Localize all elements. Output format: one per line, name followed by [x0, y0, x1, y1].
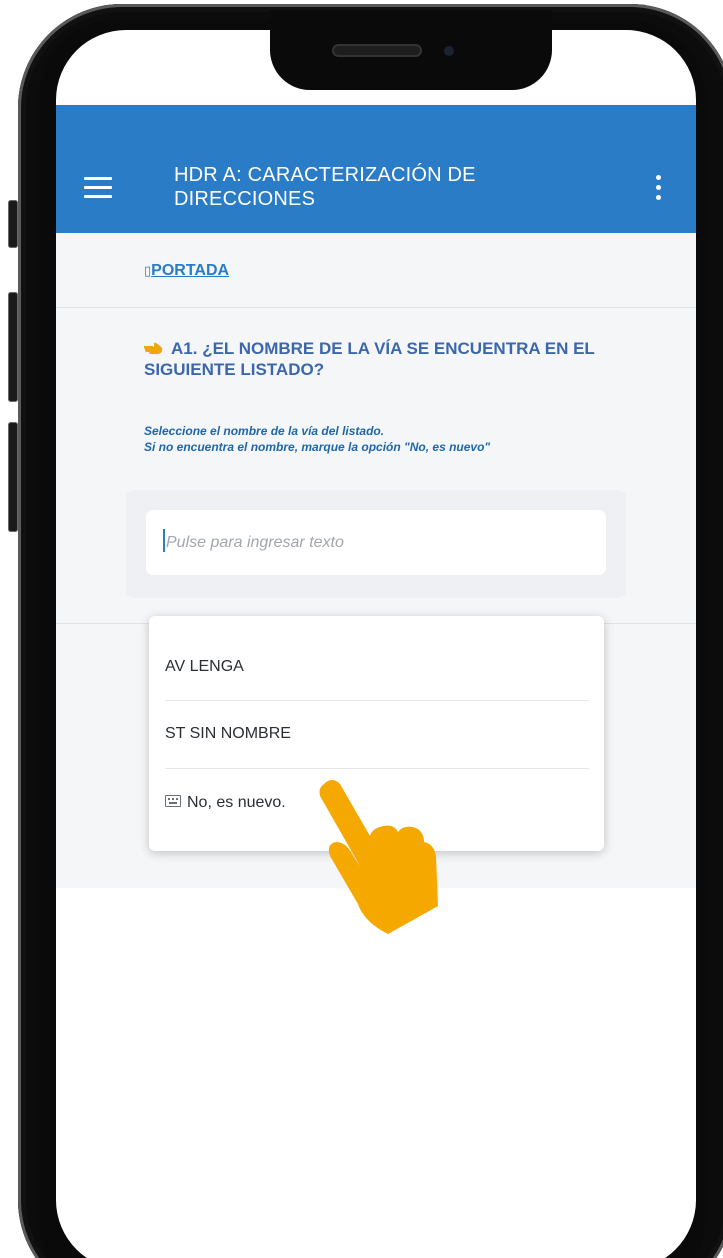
help-line-2: Si no encuentra el nombre, marque la opc…	[144, 440, 491, 454]
text-cursor	[163, 529, 165, 552]
breadcrumb-label: PORTADA	[151, 262, 230, 279]
pointing-hand-icon	[144, 338, 169, 358]
option-av-lenga[interactable]: AV LENGA	[165, 634, 589, 700]
option-label: No, es nuevo.	[187, 794, 286, 811]
app-header: HDR A: CARACTERIZACIÓN DE DIRECCIONES	[56, 105, 696, 233]
help-line-1: Seleccione el nombre de la vía del lista…	[144, 424, 385, 438]
option-label: ST SIN NOMBRE	[165, 725, 291, 742]
speaker-grille	[332, 44, 422, 57]
divider	[56, 307, 696, 308]
help-text: Seleccione el nombre de la vía del lista…	[144, 423, 664, 455]
stage: HDR A: CARACTERIZACIÓN DE DIRECCIONES ▯P…	[0, 0, 723, 1258]
front-camera	[444, 46, 454, 56]
question-title: A1. ¿EL NOMBRE DE LA VÍA SE ENCUENTRA EN…	[144, 338, 644, 380]
option-label: AV LENGA	[165, 658, 244, 675]
breadcrumb-portada[interactable]: ▯PORTADA	[144, 262, 229, 280]
question-text: A1. ¿EL NOMBRE DE LA VÍA SE ENCUENTRA EN…	[144, 339, 595, 379]
volume-down-button	[8, 422, 18, 532]
phone-screen: HDR A: CARACTERIZACIÓN DE DIRECCIONES ▯P…	[56, 30, 696, 1258]
option-divider	[165, 768, 589, 769]
volume-up-button	[8, 292, 18, 402]
hamburger-menu-icon[interactable]	[84, 177, 112, 199]
app-title: HDR A: CARACTERIZACIÓN DE DIRECCIONES	[174, 164, 476, 210]
option-st-sin-nombre[interactable]: ST SIN NOMBRE	[165, 701, 589, 767]
mute-switch	[8, 200, 18, 248]
tap-hand-icon	[312, 772, 452, 942]
street-name-input[interactable]	[146, 510, 606, 575]
keyboard-icon	[165, 795, 181, 807]
more-vertical-icon[interactable]	[653, 173, 663, 203]
